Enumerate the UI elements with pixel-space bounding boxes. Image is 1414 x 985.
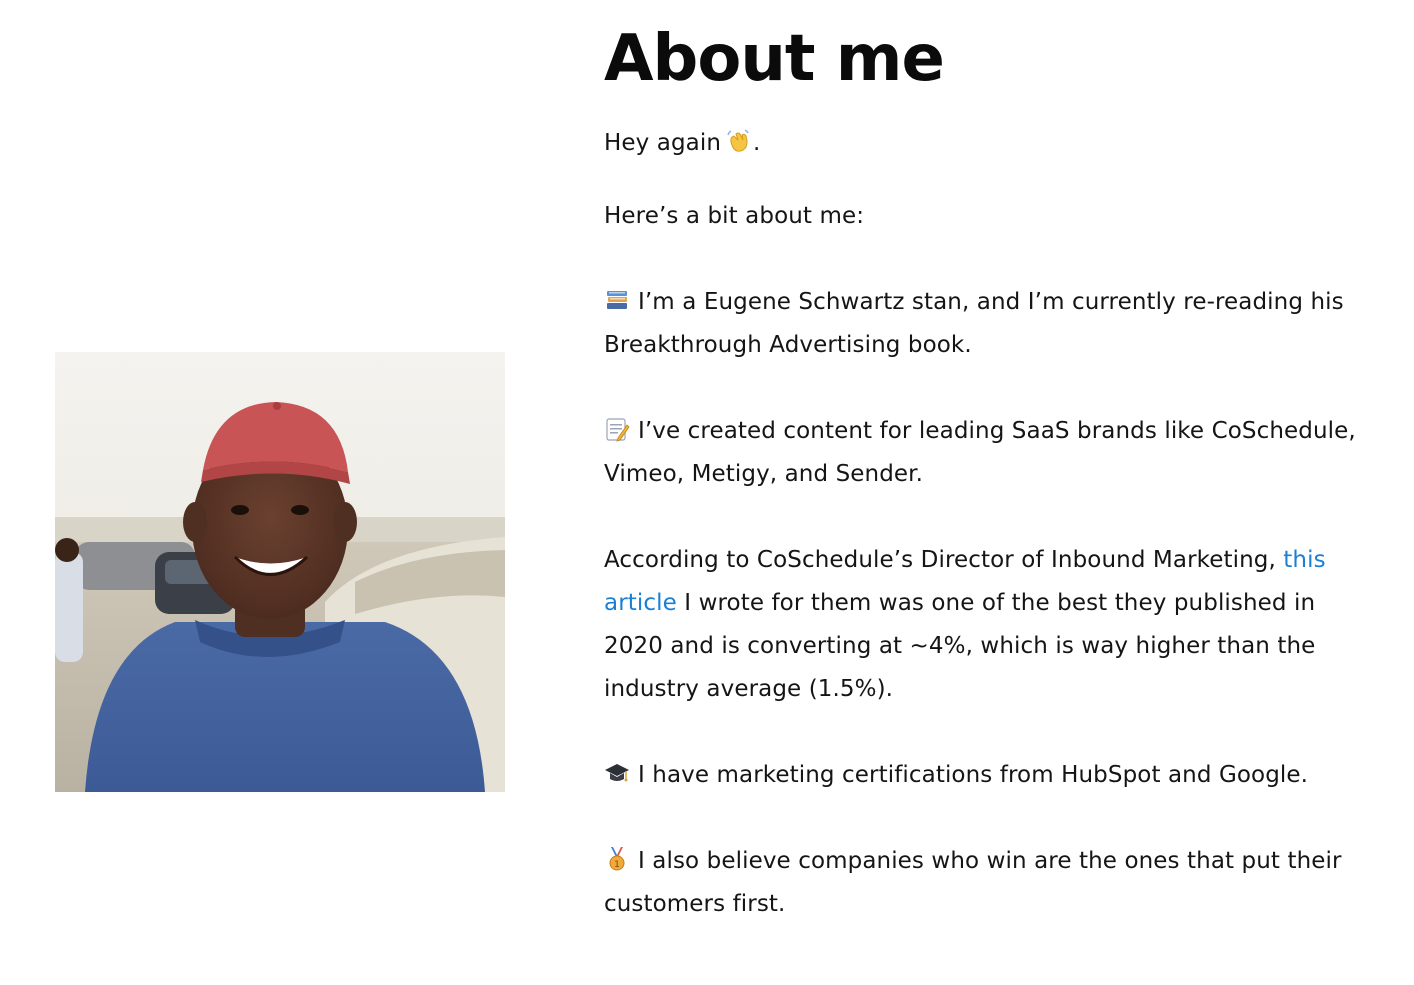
page-title: About me: [604, 22, 945, 96]
about-page: About me Hey again. Here’s a bit about m…: [0, 0, 1414, 985]
item-text: I’ve created content for leading SaaS br…: [604, 418, 1356, 487]
waving-hand-icon: [725, 128, 751, 154]
profile-photo-illustration: [55, 352, 505, 792]
list-item: I’m a Eugene Schwartz stan, and I’m curr…: [604, 281, 1364, 367]
list-item: I’ve created content for leading SaaS br…: [604, 410, 1364, 496]
medal-icon: 1: [604, 846, 630, 872]
books-icon: [604, 287, 630, 313]
item-text: I have marketing certifications from Hub…: [638, 762, 1309, 788]
greeting-end: .: [753, 130, 761, 156]
item-text: I also believe companies who win are the…: [604, 848, 1342, 917]
item-text: I’m a Eugene Schwartz stan, and I’m curr…: [604, 289, 1344, 358]
memo-icon: [604, 416, 630, 442]
list-item: According to CoSchedule’s Director of In…: [604, 539, 1364, 711]
greeting-text: Hey again: [604, 130, 722, 156]
svg-text:1: 1: [614, 860, 620, 870]
list-item: 1I also believe companies who win are th…: [604, 840, 1364, 926]
greeting-paragraph: Hey again.: [604, 122, 1364, 165]
list-item: I have marketing certifications from Hub…: [604, 754, 1364, 797]
about-content: About me Hey again. Here’s a bit about m…: [604, 18, 1364, 926]
item-text-before: According to CoSchedule’s Director of In…: [604, 547, 1276, 573]
graduation-cap-icon: [604, 760, 630, 786]
item-text-after: I wrote for them was one of the best the…: [604, 590, 1316, 702]
profile-photo: [55, 352, 505, 792]
intro-paragraph: Here’s a bit about me:: [604, 203, 865, 229]
